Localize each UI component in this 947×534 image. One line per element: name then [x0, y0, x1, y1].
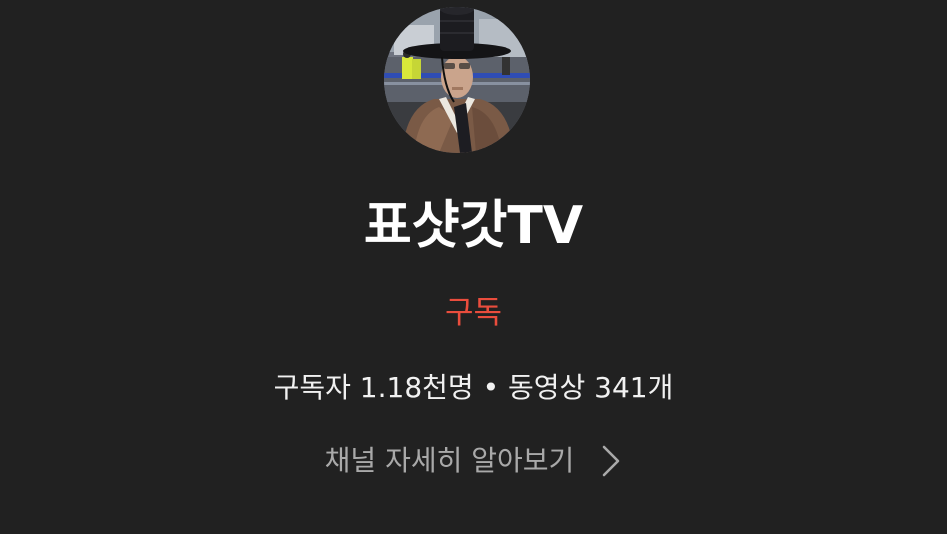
subscribe-button[interactable]: 구독: [445, 295, 502, 331]
channel-title: 표샷갓TV: [363, 196, 584, 256]
channel-details-row: 채널 자세히 알아보기: [0, 441, 947, 485]
avatar-photo: [384, 7, 530, 153]
channel-header: 표샷갓TV 구독 구독자 1.18천명 • 동영상 341개 채널 자세히 알아…: [0, 0, 947, 534]
channel-details-label: 채널 자세히 알아보기: [324, 444, 575, 477]
chevron-right-icon: [603, 445, 620, 477]
channel-avatar[interactable]: [384, 7, 530, 153]
channel-stats: 구독자 1.18천명 • 동영상 341개: [273, 371, 674, 404]
channel-details-link[interactable]: 채널 자세히 알아보기: [325, 441, 623, 481]
subscribe-row: 구독: [0, 292, 947, 339]
